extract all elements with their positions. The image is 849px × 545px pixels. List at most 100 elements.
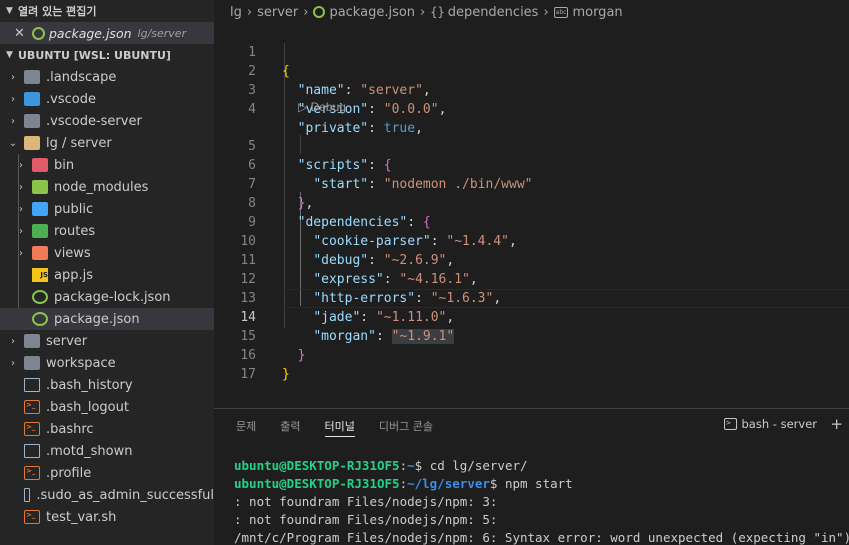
code-line: 15 } [214, 308, 849, 363]
terminal-selector[interactable]: > bash - server [723, 417, 817, 431]
chevron-right-icon: › [420, 4, 426, 20]
code-line: 3 "version": "0.0.0", [214, 62, 849, 117]
terminal-file-icon: >_ [24, 400, 40, 414]
tree-item-package-lock[interactable]: package-lock.json [0, 286, 214, 308]
tree-item-views[interactable]: › views [0, 242, 214, 264]
prompt-user: ubuntu@DESKTOP-RJ31OF5 [234, 476, 400, 491]
tree-item-label: views [54, 245, 91, 261]
tree-item-node-modules[interactable]: › node_modules [0, 176, 214, 198]
tab-problems[interactable]: 문제 [236, 409, 256, 444]
tree-item-landscape[interactable]: › .landscape [0, 66, 214, 88]
tree-item-test-var[interactable]: >_ test_var.sh [0, 506, 214, 528]
tree-item-label: bin [54, 157, 75, 173]
tree-item-bash-logout[interactable]: >_ .bash_logout [0, 396, 214, 418]
terminal-icon: > [723, 418, 737, 430]
tree-item-label: .profile [46, 465, 92, 481]
breadcrumb-item[interactable]: morgan [572, 5, 622, 20]
open-editors-header[interactable]: ▼ 열려 있는 편집기 [0, 0, 214, 22]
chevron-down-icon: ▼ [6, 6, 13, 16]
code-line: 7 }, [214, 156, 849, 211]
file-icon [24, 378, 40, 392]
prompt-user: ubuntu@DESKTOP-RJ31OF5 [234, 458, 400, 473]
breadcrumb-item[interactable]: lg [230, 5, 242, 20]
chevron-right-icon: › [19, 203, 23, 215]
tree-item-label: node_modules [54, 179, 149, 195]
terminal-file-icon: >_ [24, 466, 40, 480]
open-editor-path: lg/server [137, 26, 187, 40]
tree-item-label: .bash_logout [46, 399, 129, 415]
command: $ npm start [489, 476, 573, 491]
code-line: 16 } [214, 327, 849, 382]
tab-debug-console[interactable]: 디버그 콘솔 [379, 409, 433, 444]
folder-icon [24, 356, 40, 370]
code-line: 6 "start": "nodemon ./bin/www" [214, 137, 849, 192]
tree-item-label: public [54, 201, 94, 217]
tree-item-routes[interactable]: › routes [0, 220, 214, 242]
breadcrumb-item[interactable]: package.json [329, 5, 415, 20]
open-editors-title: 열려 있는 편집기 [18, 5, 97, 18]
tree-item-bin[interactable]: › bin [0, 154, 214, 176]
tree-item-label: .vscode [46, 91, 96, 107]
breadcrumb-item[interactable]: dependencies [448, 5, 539, 20]
tree-item-motd-shown[interactable]: .motd_shown [0, 440, 214, 462]
chevron-right-icon: › [19, 247, 23, 259]
terminal-line: : not foundram Files/nodejs/npm: 5: [234, 512, 498, 527]
lg-server-children: › bin › node_modules › public › routes ›… [0, 154, 214, 330]
tab-output[interactable]: 출력 [280, 409, 300, 444]
folder-icon [24, 70, 40, 84]
tree-item-bash-history[interactable]: .bash_history [0, 374, 214, 396]
tree-item-sudo-as-admin[interactable]: .sudo_as_admin_successful [0, 484, 214, 506]
tree-item-package-json[interactable]: package.json [0, 308, 214, 330]
tree-item-label: .bash_history [46, 377, 133, 393]
open-editor-name: package.json [49, 25, 132, 41]
chevron-right-icon: › [303, 4, 309, 20]
tree-item-vscode[interactable]: › .vscode [0, 88, 214, 110]
tree-item-server[interactable]: › server [0, 330, 214, 352]
tree-item-app-js[interactable]: JS app.js [0, 264, 214, 286]
object-icon: {} [430, 5, 445, 19]
debug-codelens[interactable]: ▷ Debug [298, 98, 346, 116]
tree-item-vscode-server[interactable]: › .vscode-server [0, 110, 214, 132]
code-line: 1 { [214, 24, 849, 79]
file-icon [24, 444, 40, 458]
chevron-down-icon: ⌄ [8, 137, 18, 149]
tree-item-profile[interactable]: >_ .profile [0, 462, 214, 484]
tree-item-label: package.json [54, 311, 140, 327]
tree-item-bashrc[interactable]: >_ .bashrc [0, 418, 214, 440]
tree-item-workspace[interactable]: › workspace [0, 352, 214, 374]
prompt-path: ~/lg/server [407, 476, 490, 491]
chevron-down-icon: ▼ [6, 50, 13, 60]
chevron-right-icon: › [19, 181, 23, 193]
tree-item-label: .bashrc [46, 421, 94, 437]
workspace-title: UBUNTU [WSL: UBUNTU] [18, 48, 171, 62]
chevron-right-icon: › [543, 4, 549, 20]
terminal-line: /mnt/c/Program Files/nodejs/npm: 6: Synt… [234, 530, 849, 545]
folder-icon [24, 334, 40, 348]
terminal-line: ubuntu@DESKTOP-RJ31OF5:~/lg/server$ npm … [234, 476, 573, 491]
tree-item-label: .vscode-server [46, 113, 142, 129]
close-icon[interactable]: ✕ [14, 26, 30, 41]
tree-item-label: routes [54, 223, 96, 239]
code-line: 9 "cookie-parser": "~1.4.4", [214, 194, 849, 249]
new-terminal-button[interactable]: + [830, 415, 843, 433]
prompt-path: ~ [407, 458, 415, 473]
tree-item-label: .motd_shown [46, 443, 133, 459]
vscode-folder-icon [24, 92, 40, 106]
chevron-right-icon: › [246, 4, 253, 20]
line-number: 17 [240, 367, 256, 382]
folder-icon [24, 114, 40, 128]
explorer-sidebar: ▼ 열려 있는 편집기 ✕ package.json lg/server ▼ U… [0, 0, 214, 545]
code-line: 5 "scripts": { [214, 118, 849, 173]
bin-folder-icon [32, 158, 48, 172]
javascript-icon: JS [32, 268, 48, 282]
terminal-output[interactable]: ubuntu@DESKTOP-RJ31OF5:~$ cd lg/server/u… [234, 457, 849, 545]
workspace-header[interactable]: ▼ UBUNTU [WSL: UBUNTU] [0, 44, 214, 66]
tree-item-public[interactable]: › public [0, 198, 214, 220]
tree-item-lg-server[interactable]: ⌄ lg / server [0, 132, 214, 154]
code-editor[interactable]: 1 { 2 "name": "server", 3 "version": "0.… [214, 24, 849, 408]
breadcrumb-item[interactable]: server [257, 5, 298, 20]
open-editor-item[interactable]: ✕ package.json lg/server [0, 22, 214, 44]
tab-terminal[interactable]: 터미널 [324, 409, 356, 444]
npm-icon [313, 6, 326, 18]
terminal-file-icon: >_ [24, 510, 40, 524]
